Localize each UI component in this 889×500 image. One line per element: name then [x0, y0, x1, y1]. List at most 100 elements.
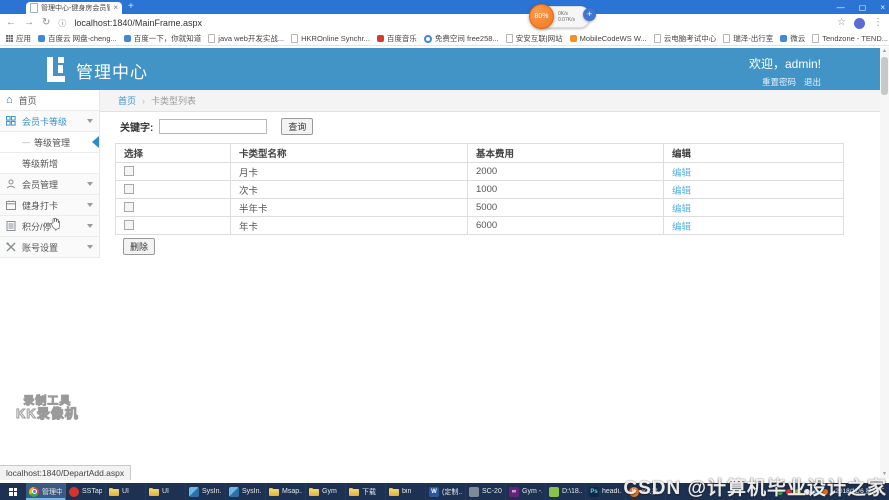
page-icon — [208, 34, 216, 43]
bookmark-item[interactable]: 百度音乐 — [376, 33, 417, 44]
breadcrumb-home-link[interactable]: 首页 — [118, 94, 136, 107]
taskbar-item-folder[interactable]: 下载 — [346, 483, 386, 500]
taskbar-item-sstap[interactable]: SSTap... — [66, 483, 106, 500]
url-field[interactable]: localhost:1840/MainFrame.aspx — [74, 18, 829, 28]
edit-link[interactable]: 编辑 — [672, 222, 691, 233]
browser-tab[interactable]: 管理中心-健身房会员管理系统 × — [26, 2, 122, 14]
bookmark-item[interactable]: 免费空间 free258... — [423, 33, 499, 44]
page-viewport: 管理中心 欢迎，admin! 重置密码 退出 ⌂ 首页 会员卡等级 — 等级管理… — [0, 46, 889, 483]
window-maximize-button[interactable]: ▢ — [859, 3, 867, 12]
tools-icon — [6, 242, 16, 252]
row-checkbox[interactable] — [124, 220, 134, 231]
bookmark-apps[interactable]: 应用 — [6, 33, 31, 44]
delete-button[interactable]: 删除 — [123, 238, 156, 255]
mouse-cursor — [51, 217, 60, 230]
app-header: 管理中心 欢迎，admin! 重置密码 退出 — [0, 48, 889, 90]
status-bar: localhost:1840/DepartAdd.aspx — [0, 465, 132, 480]
sidebar-group-account[interactable]: 账号设置 — [0, 237, 100, 258]
table-row: 年卡 6000 编辑 — [115, 216, 844, 235]
taskbar-item-folder[interactable]: Msap... — [266, 483, 306, 500]
taskbar-item-sysin[interactable]: SysIn... — [226, 483, 266, 500]
sidebar-group-member-manage[interactable]: 会员管理 — [0, 174, 100, 195]
page-icon — [291, 34, 299, 43]
baidu-icon — [123, 35, 131, 42]
taskbar-item-folder[interactable]: UI — [146, 483, 186, 500]
window-minimize-button[interactable]: — — [837, 3, 845, 12]
card-fee: 1000 — [467, 180, 664, 199]
bookmark-item[interactable]: 百度一下，你就知道 — [123, 33, 201, 44]
bookmarks-bar: 应用 百度云 网盘-cheng... 百度一下，你就知道 java web开发实… — [0, 32, 889, 46]
start-button[interactable] — [0, 483, 26, 500]
grid-icon — [6, 116, 16, 126]
card-fee: 2000 — [467, 162, 664, 181]
card-fee: 5000 — [467, 198, 664, 217]
bookmark-item[interactable]: 百度云 网盘-cheng... — [38, 33, 117, 44]
back-icon[interactable]: ← — [6, 18, 16, 28]
sidebar-item-home[interactable]: ⌂ 首页 — [0, 90, 100, 111]
bookmark-item[interactable]: 瑞泽-出行室 — [723, 33, 773, 44]
main-content: 关键字: 查询 选择 卡类型名称 基本费用 编辑 月卡 2000 编辑 次卡 1… — [100, 112, 881, 472]
table-row: 月卡 2000 编辑 — [115, 162, 844, 181]
edit-link[interactable]: 编辑 — [672, 168, 691, 179]
sidebar-item-level-manage[interactable]: — 等级管理 — [0, 132, 100, 153]
bookmark-item[interactable]: java web开发实战... — [208, 33, 284, 44]
forward-icon[interactable]: → — [24, 18, 34, 28]
browser-menu-icon[interactable]: ⋮ — [873, 18, 883, 28]
app-logo-icon — [47, 57, 65, 82]
tab-close-icon[interactable]: × — [113, 4, 118, 12]
widget-plus-icon[interactable]: + — [582, 8, 596, 21]
user-icon — [6, 179, 16, 189]
edit-link[interactable]: 编辑 — [672, 204, 691, 215]
row-checkbox[interactable] — [124, 166, 134, 177]
taskbar-item-folder[interactable]: Gym — [306, 483, 346, 500]
keyword-input[interactable] — [159, 119, 268, 134]
bookmark-item[interactable]: 微云 — [780, 33, 805, 44]
reset-password-link[interactable]: 重置密码 — [762, 76, 796, 88]
chevron-down-icon — [87, 203, 93, 207]
taskbar-item-sysin[interactable]: SysIn... — [186, 483, 226, 500]
progress-ball[interactable]: 80% — [529, 4, 554, 29]
taskbar-item-photoshop[interactable]: Psheadi... — [586, 483, 626, 500]
notepad-icon — [549, 486, 559, 497]
window-close-button[interactable]: × — [880, 3, 885, 12]
profile-avatar[interactable] — [854, 17, 865, 29]
taskbar-item-visualstudio[interactable]: ∞Gym -... — [506, 483, 546, 500]
edit-link[interactable]: 编辑 — [672, 186, 691, 197]
bookmark-item[interactable]: 安安互联|网站 — [505, 33, 563, 44]
chevron-down-icon — [87, 182, 93, 186]
card-name: 年卡 — [230, 216, 468, 235]
chevron-down-icon — [87, 245, 93, 249]
vertical-scrollbar[interactable]: ▲ ▼ — [880, 47, 889, 479]
bookmark-item[interactable]: Tendzone - TEND... — [812, 34, 888, 43]
sidebar-group-checkin[interactable]: 健身打卡 — [0, 195, 100, 216]
sidebar-item-level-add[interactable]: 等级新增 — [0, 153, 100, 174]
row-checkbox[interactable] — [124, 202, 134, 213]
reload-icon[interactable]: ↻ — [42, 18, 50, 28]
bookmark-item[interactable]: HKROnline Synchr... — [291, 34, 370, 43]
bookmark-item[interactable]: MobileCodeWS W... — [569, 34, 647, 43]
site-info-icon[interactable]: ⓘ — [58, 18, 66, 29]
cube-icon — [229, 486, 239, 497]
new-tab-button[interactable]: + — [128, 2, 134, 12]
bookmark-star-icon[interactable]: ☆ — [837, 18, 846, 28]
taskbar-item-folder[interactable]: bin — [386, 483, 426, 500]
taskbar-item-word[interactable]: W (定制... — [426, 483, 466, 500]
taskbar-item-folder[interactable]: UI — [106, 483, 146, 500]
query-button[interactable]: 查询 — [281, 118, 314, 135]
sstap-icon — [69, 486, 79, 497]
taskbar-item-sc[interactable]: SC-20... — [466, 483, 506, 500]
taskbar-item-notepad[interactable]: D:\18... — [546, 483, 586, 500]
taskbar-item-chrome[interactable]: 管理中... — [26, 483, 66, 500]
visual-studio-icon: ∞ — [509, 486, 519, 497]
csdn-watermark: CSDN @计算机毕业设计之家 — [623, 478, 887, 499]
col-select: 选择 — [115, 143, 231, 163]
scrollbar-thumb[interactable] — [881, 57, 888, 95]
floating-widget[interactable]: 0K/s 0.07K/s 80% + — [529, 4, 596, 29]
row-checkbox[interactable] — [124, 184, 134, 195]
recorder-watermark: 录制工具 KK录像机 — [16, 395, 79, 421]
scroll-up-icon[interactable]: ▲ — [880, 47, 889, 56]
bookmark-item[interactable]: 云电脑考试中心 — [653, 33, 716, 44]
logout-link[interactable]: 退出 — [804, 76, 821, 88]
sidebar-group-card-level[interactable]: 会员卡等级 — [0, 111, 100, 132]
free-space-icon — [423, 34, 432, 43]
